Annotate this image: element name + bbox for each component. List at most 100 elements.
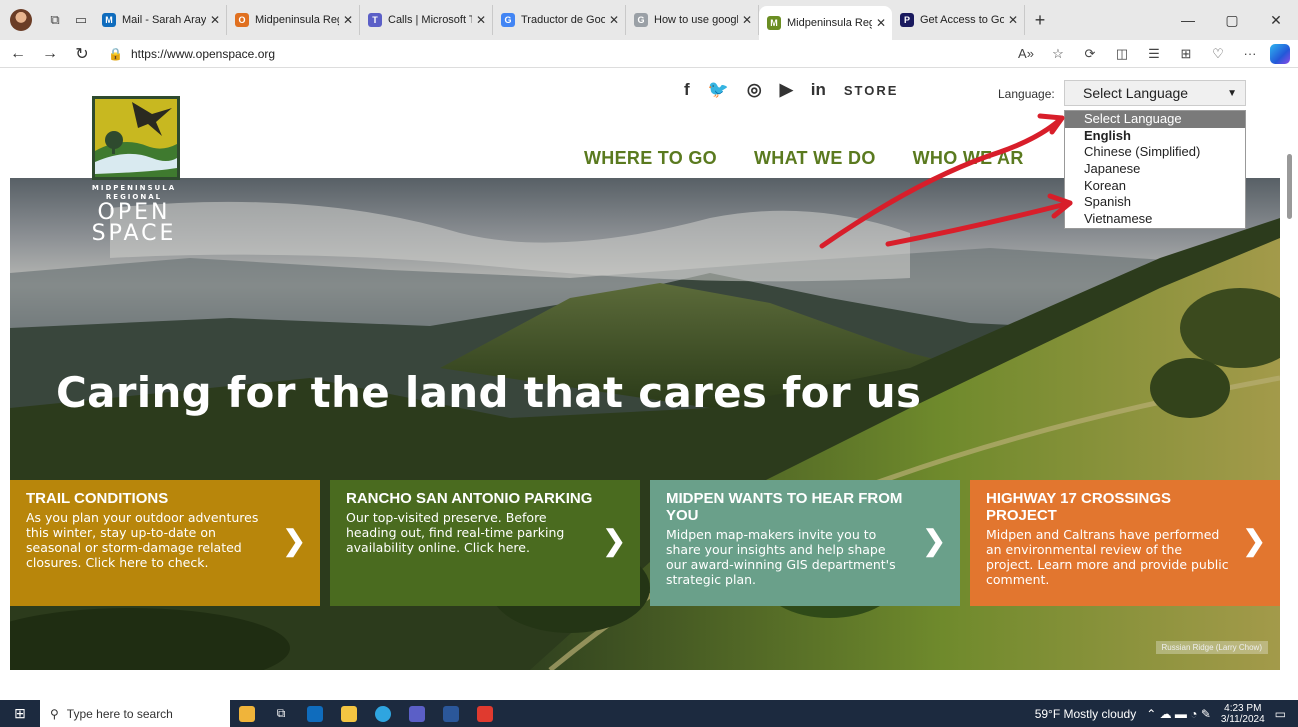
tab-title[interactable]: How to use google [654,14,738,26]
profile-avatar[interactable] [10,9,32,31]
language-option[interactable]: Chinese (Simplified) [1065,144,1245,161]
browser-tab[interactable]: M Midpeninsula Regio ✕ [759,6,892,40]
new-tab-button[interactable]: + [1025,10,1055,31]
chevron-right-icon[interactable]: ❯ [923,524,946,557]
language-option[interactable]: Japanese [1065,161,1245,178]
close-tab-icon[interactable]: ✕ [476,13,486,27]
workspaces-icon[interactable]: ⧉ [42,7,68,33]
browser-tab[interactable]: G Traductor de Googl ✕ [493,5,626,35]
clock[interactable]: 4:23 PM 3/11/2024 [1221,703,1265,725]
copilot-icon[interactable] [1270,43,1290,64]
chevron-right-icon[interactable]: ❯ [1243,524,1266,557]
close-tab-icon[interactable]: ✕ [876,16,886,30]
youtube-icon[interactable]: ▶ [780,80,793,100]
card-title[interactable]: HIGHWAY 17 CROSSINGS PROJECT [986,490,1236,524]
browser-tab[interactable]: G How to use google ✕ [626,5,759,35]
nav-link[interactable]: WHERE TO GO [584,148,717,169]
back-icon[interactable]: ← [4,45,32,63]
feature-card[interactable]: RANCHO SAN ANTONIO PARKING Our top-visit… [330,480,640,606]
word-icon[interactable] [434,700,468,727]
teams-icon[interactable] [400,700,434,727]
nav-link[interactable]: WHAT WE DO [754,148,876,169]
tab-title[interactable]: Calls | Microsoft Tea [388,14,472,26]
close-tab-icon[interactable]: ✕ [210,13,220,27]
language-option[interactable]: Spanish [1065,194,1245,211]
taskbar-search[interactable]: ⚲ Type here to search [40,700,230,727]
file-explorer-icon[interactable] [332,700,366,727]
store-link[interactable]: STORE [844,83,899,98]
browser-tab[interactable]: P Get Access to Gove ✕ [892,5,1025,35]
language-select[interactable]: Select Language ▼ [1064,80,1246,106]
url-field[interactable]: 🔒 https://www.openspace.org [108,47,1010,61]
tab-title[interactable]: Get Access to Gove [920,14,1004,26]
split-screen-icon[interactable]: ◫ [1106,46,1138,62]
page-scrollbar-thumb[interactable] [1287,154,1292,219]
site-logo[interactable]: MIDPENINSULA REGIONAL OPEN SPACE [84,96,184,256]
language-option[interactable]: Vietnamese [1065,211,1245,228]
outlook-icon[interactable] [298,700,332,727]
tab-title[interactable]: Mail - Sarah Araya - [122,14,206,26]
feature-card[interactable]: MIDPEN WANTS TO HEAR FROM YOU Midpen map… [650,480,960,606]
clock-date[interactable]: 3/11/2024 [1221,714,1265,725]
twitter-icon[interactable]: 🐦 [708,80,729,100]
forward-icon[interactable]: → [36,45,64,63]
facebook-icon[interactable]: f [684,80,690,100]
restore-icon[interactable]: ▢ [1210,12,1254,29]
instagram-icon[interactable]: ◎ [747,80,762,100]
card-text[interactable]: Midpen and Caltrans have performed an en… [986,527,1230,587]
taskbar-search-placeholder[interactable]: Type here to search [67,707,173,721]
card-title[interactable]: MIDPEN WANTS TO HEAR FROM YOU [666,490,916,524]
tab-favicon-icon: P [900,13,914,27]
chevron-down-icon[interactable]: ▼ [1227,88,1237,99]
clock-time[interactable]: 4:23 PM [1221,703,1265,714]
close-window-icon[interactable]: ✕ [1254,12,1298,29]
chevron-right-icon[interactable]: ❯ [283,524,306,557]
browser-tab[interactable]: T Calls | Microsoft Tea ✕ [360,5,493,35]
feature-card[interactable]: TRAIL CONDITIONS As you plan your outdoo… [10,480,320,606]
tab-title[interactable]: Traductor de Googl [521,14,605,26]
tray-icons[interactable]: ⌃ ☁ ▬ ◔ ✎ [1146,707,1211,721]
close-tab-icon[interactable]: ✕ [609,13,619,27]
tab-actions-icon[interactable]: ▭ [68,7,94,33]
card-text[interactable]: As you plan your outdoor adventures this… [26,510,270,570]
linkedin-icon[interactable]: in [811,80,826,100]
url-text[interactable]: https://www.openspace.org [131,47,275,61]
nav-link[interactable]: WHO WE AR [913,148,1024,169]
tab-title[interactable]: Midpeninsula Regio [255,14,339,26]
acrobat-icon[interactable] [468,700,502,727]
browser-tab[interactable]: M Mail - Sarah Araya - ✕ [94,5,227,35]
close-tab-icon[interactable]: ✕ [742,13,752,27]
widgets-icon[interactable] [230,700,264,727]
performance-icon[interactable]: ♡ [1202,46,1234,62]
logo-emblem[interactable] [92,96,180,180]
tab-title[interactable]: Midpeninsula Regio [787,17,872,29]
feature-card[interactable]: HIGHWAY 17 CROSSINGS PROJECT Midpen and … [970,480,1280,606]
weather-widget[interactable]: 59°F Mostly cloudy [1035,707,1137,721]
close-tab-icon[interactable]: ✕ [1008,13,1018,27]
extensions-icon[interactable]: ⟳ [1074,46,1106,62]
card-text[interactable]: Our top-visited preserve. Before heading… [346,510,590,555]
close-tab-icon[interactable]: ✕ [343,13,353,27]
favorite-star-icon[interactable]: ☆ [1042,46,1074,62]
language-option[interactable]: Select Language [1065,111,1245,128]
lock-icon[interactable]: 🔒 [108,47,123,61]
browser-tab[interactable]: O Midpeninsula Regio ✕ [227,5,360,35]
more-options-icon[interactable]: ··· [1234,46,1266,61]
language-option[interactable]: Korean [1065,178,1245,195]
windows-start-icon[interactable]: ⊞ [0,705,40,722]
collections-icon[interactable]: ⊞ [1170,46,1202,62]
task-view-icon[interactable]: ⧉ [264,700,298,727]
read-aloud-icon[interactable]: A» [1010,46,1042,61]
edge-icon[interactable] [366,700,400,727]
chevron-right-icon[interactable]: ❯ [603,524,626,557]
card-title[interactable]: TRAIL CONDITIONS [26,490,276,507]
favorites-icon[interactable]: ☰ [1138,46,1170,62]
language-option[interactable]: English [1065,128,1245,145]
card-title[interactable]: RANCHO SAN ANTONIO PARKING [346,490,596,507]
card-text[interactable]: Midpen map-makers invite you to share yo… [666,527,910,587]
refresh-icon[interactable]: ↻ [68,44,96,64]
language-select-value[interactable]: Select Language [1083,85,1188,101]
notifications-icon[interactable]: ▭ [1275,707,1286,721]
search-icon[interactable]: ⚲ [50,707,59,721]
minimize-icon[interactable]: — [1166,12,1210,29]
